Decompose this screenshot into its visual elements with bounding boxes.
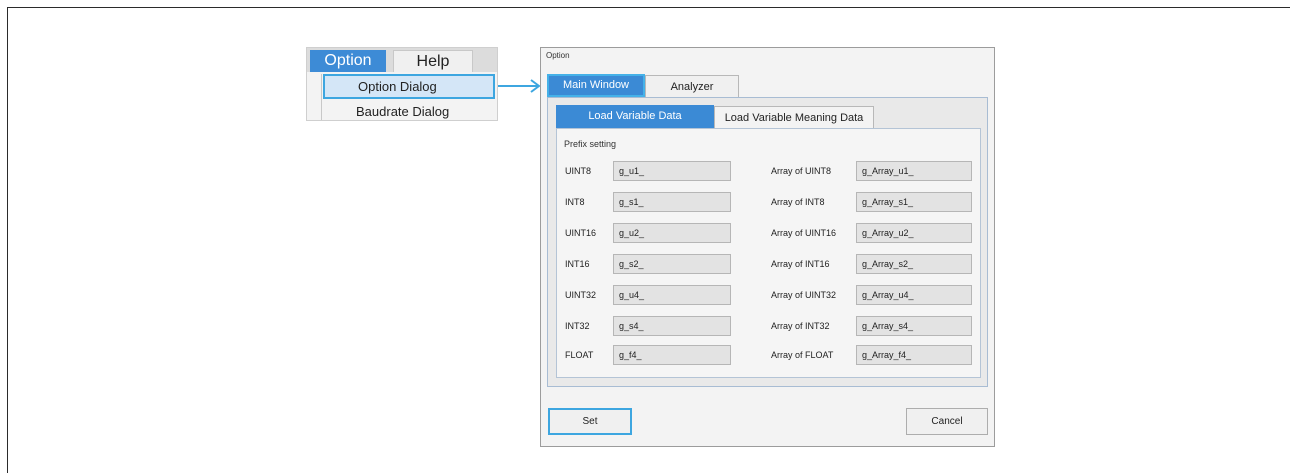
- prefix-field[interactable]: g_u2_: [613, 223, 731, 243]
- menu-item-baudrate-dialog[interactable]: Baudrate Dialog: [321, 100, 496, 123]
- type-label: INT16: [565, 259, 590, 269]
- prefix-field[interactable]: g_s2_: [613, 254, 731, 274]
- menu-help[interactable]: Help: [393, 50, 473, 72]
- array-prefix-field[interactable]: g_Array_u1_: [856, 161, 972, 181]
- cancel-button[interactable]: Cancel: [906, 408, 988, 435]
- dialog-title: Option: [546, 51, 570, 60]
- set-button[interactable]: Set: [548, 408, 632, 435]
- prefix-field[interactable]: g_f4_: [613, 345, 731, 365]
- menu-item-option-dialog[interactable]: Option Dialog: [323, 74, 495, 99]
- type-label: UINT16: [565, 228, 597, 238]
- tab-load-variable-data[interactable]: Load Variable Data: [556, 105, 714, 128]
- type-label: INT32: [565, 321, 590, 331]
- array-prefix-field[interactable]: g_Array_u2_: [856, 223, 972, 243]
- array-prefix-field[interactable]: g_Array_f4_: [856, 345, 972, 365]
- tab-main-window[interactable]: Main Window: [547, 74, 645, 97]
- array-type-label: Array of INT16: [771, 259, 830, 269]
- type-label: INT8: [565, 197, 585, 207]
- prefix-field[interactable]: g_u4_: [613, 285, 731, 305]
- array-prefix-field[interactable]: g_Array_s1_: [856, 192, 972, 212]
- type-label: UINT32: [565, 290, 597, 300]
- tab-load-variable-meaning-data[interactable]: Load Variable Meaning Data: [714, 106, 874, 128]
- array-prefix-field[interactable]: g_Array_u4_: [856, 285, 972, 305]
- prefix-field[interactable]: g_s4_: [613, 316, 731, 336]
- prefix-field[interactable]: g_u1_: [613, 161, 731, 181]
- menu-option[interactable]: Option: [310, 50, 386, 72]
- tab-analyzer[interactable]: Analyzer: [645, 75, 739, 97]
- prefix-setting-label: Prefix setting: [564, 139, 617, 149]
- array-prefix-field[interactable]: g_Array_s4_: [856, 316, 972, 336]
- array-prefix-field[interactable]: g_Array_s2_: [856, 254, 972, 274]
- array-type-label: Array of INT8: [771, 197, 825, 207]
- type-label: UINT8: [565, 166, 592, 176]
- array-type-label: Array of INT32: [771, 321, 830, 331]
- array-type-label: Array of UINT32: [771, 290, 837, 300]
- type-label: FLOAT: [565, 350, 594, 360]
- array-type-label: Array of UINT16: [771, 228, 837, 238]
- array-type-label: Array of FLOAT: [771, 350, 834, 360]
- option-menu: Option Help Option Dialog Baudrate Dialo…: [306, 47, 498, 121]
- array-type-label: Array of UINT8: [771, 166, 832, 176]
- arrow-icon: [498, 79, 541, 93]
- prefix-field[interactable]: g_s1_: [613, 192, 731, 212]
- option-dialog: Option Main Window Analyzer Load Variabl…: [540, 47, 995, 447]
